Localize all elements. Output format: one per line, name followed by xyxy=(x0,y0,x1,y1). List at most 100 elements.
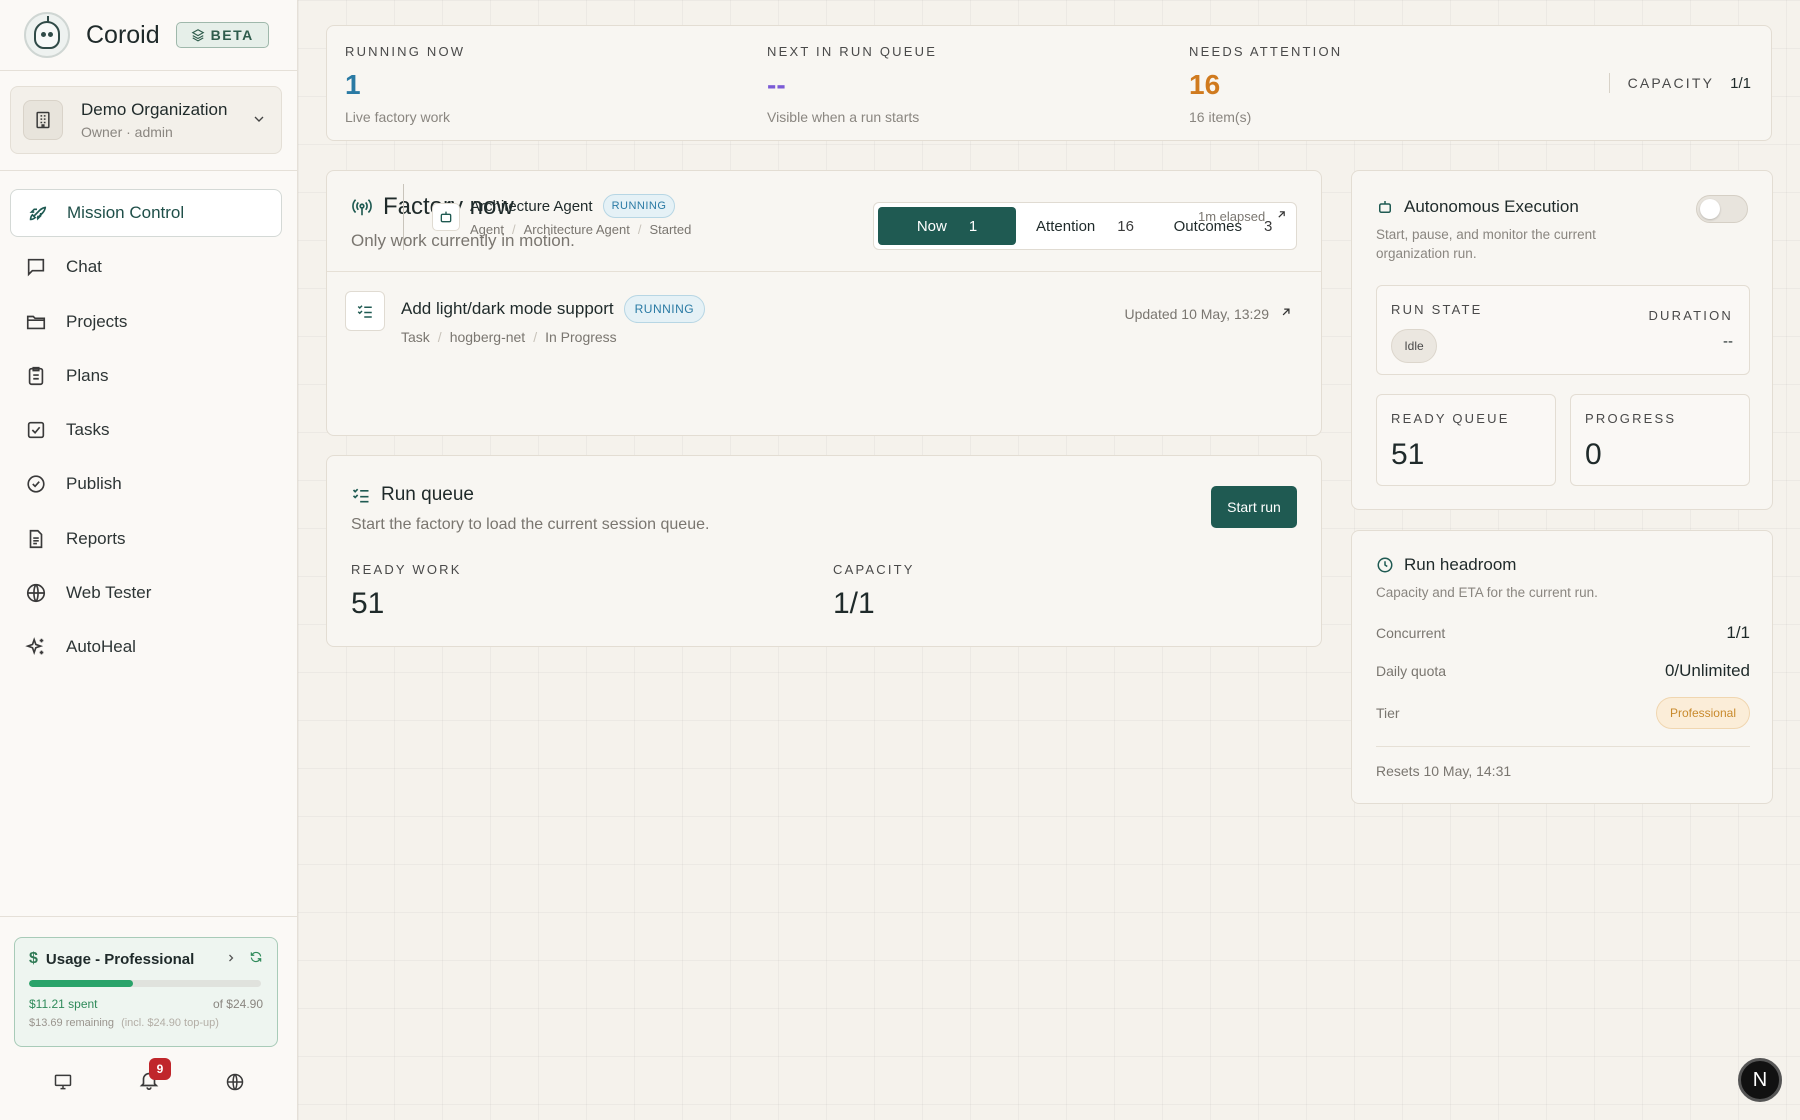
ready-queue-stat: READY QUEUE 51 xyxy=(1376,394,1556,486)
sidebar-item-mission-control[interactable]: Mission Control xyxy=(10,189,282,237)
stat-value: 1 xyxy=(345,69,361,100)
status-summary-bar: RUNNING NOW 1 Live factory work NEXT IN … xyxy=(326,25,1772,141)
sidebar-item-label: Mission Control xyxy=(67,203,185,222)
card-subtitle: Capacity and ETA for the current run. xyxy=(1376,585,1598,600)
list-check-icon xyxy=(351,485,371,505)
monitor-icon[interactable] xyxy=(51,1070,75,1094)
agent-state: Started xyxy=(649,222,692,237)
dev-tools-button[interactable]: N xyxy=(1738,1058,1782,1102)
stat-needs-attention[interactable]: NEEDS ATTENTION 16 16 item(s) xyxy=(1189,44,1342,125)
beta-label: BETA xyxy=(210,27,254,43)
usage-progress-bar xyxy=(29,980,261,987)
tab-now[interactable]: Now 1 xyxy=(878,207,1016,245)
chat-icon xyxy=(24,255,48,279)
arrow-up-right-icon[interactable] xyxy=(1279,305,1293,322)
task-list-icon xyxy=(345,291,385,331)
sidebar-item-web-tester[interactable]: Web Tester xyxy=(10,569,282,617)
tab-count: 1 xyxy=(968,217,978,235)
org-name: Demo Organization xyxy=(81,100,228,119)
stat-label: RUNNING NOW xyxy=(345,44,466,59)
sidebar-item-label: Reports xyxy=(66,528,126,548)
dollar-icon: $ xyxy=(29,950,38,967)
sidebar-item-label: Chat xyxy=(66,257,102,277)
divider xyxy=(0,916,298,917)
folder-icon xyxy=(24,310,48,334)
stat-capacity: CAPACITY 1/1 xyxy=(1608,73,1751,93)
agent-row[interactable]: Architecture Agent RUNNING xyxy=(470,194,676,218)
start-run-button[interactable]: Start run xyxy=(1211,486,1297,528)
brand[interactable]: Coroid BETA xyxy=(24,10,269,60)
stat-value: 51 xyxy=(351,587,385,620)
sidebar-item-autoheal[interactable]: AutoHeal xyxy=(10,623,282,671)
stat-value: 0 xyxy=(1585,438,1602,471)
task-state: In Progress xyxy=(545,329,617,345)
progress-stat: PROGRESS 0 xyxy=(1570,394,1750,486)
card-title: Autonomous Execution xyxy=(1404,197,1579,216)
run-state-badge: Idle xyxy=(1391,329,1437,363)
clock-icon xyxy=(1376,556,1394,574)
sidebar-item-plans[interactable]: Plans xyxy=(10,352,282,400)
sidebar-item-publish[interactable]: Publish xyxy=(10,460,282,508)
sidebar-item-label: Web Tester xyxy=(66,583,152,603)
tier-row: Tier Professional xyxy=(1376,697,1750,729)
sidebar-nav: Mission Control Chat Projects Plans Task… xyxy=(10,189,282,678)
badge-check-icon xyxy=(24,472,48,496)
sidebar: Coroid BETA Demo Organization Owner · ad… xyxy=(0,0,298,1120)
duration-value: -- xyxy=(1723,333,1733,350)
beta-badge: BETA xyxy=(175,22,269,48)
sidebar-item-reports[interactable]: Reports xyxy=(10,515,282,563)
tab-label: Now xyxy=(916,217,947,235)
org-role: Owner · admin xyxy=(81,124,173,140)
arrow-up-right-icon[interactable] xyxy=(1275,208,1288,224)
stat-value: 1/1 xyxy=(1730,74,1751,92)
org-switcher[interactable]: Demo Organization Owner · admin xyxy=(10,86,282,154)
clipboard-icon xyxy=(24,364,48,388)
autonomous-execution-card: Autonomous Execution Start, pause, and m… xyxy=(1351,170,1773,510)
robot-icon xyxy=(1376,198,1394,216)
refresh-icon[interactable] xyxy=(249,950,263,968)
stat-value: 51 xyxy=(1391,438,1425,471)
stat-sub: Visible when a run starts xyxy=(767,109,920,125)
sidebar-item-tasks[interactable]: Tasks xyxy=(10,406,282,454)
autonomous-execution-toggle[interactable] xyxy=(1696,195,1748,223)
notification-count-badge: 9 xyxy=(149,1058,171,1080)
daily-quota-row: Daily quota 0/Unlimited xyxy=(1376,661,1750,681)
notifications-button[interactable]: 9 xyxy=(137,1058,171,1094)
stat-label: CAPACITY xyxy=(833,562,915,577)
sidebar-item-label: Projects xyxy=(66,311,128,331)
task-type: Task xyxy=(401,329,430,345)
row-label: Tier xyxy=(1376,705,1400,721)
tab-count: 16 xyxy=(1117,217,1134,235)
sidebar-item-projects[interactable]: Projects xyxy=(10,298,282,346)
stat-value: 1/1 xyxy=(833,587,875,620)
layers-icon xyxy=(191,29,205,42)
stat-label: RUN STATE xyxy=(1391,302,1483,317)
stat-label: NEEDS ATTENTION xyxy=(1189,44,1343,59)
divider xyxy=(1376,746,1750,747)
row-label: Daily quota xyxy=(1376,663,1447,679)
sidebar-item-label: Publish xyxy=(66,474,122,494)
row-label: Concurrent xyxy=(1376,625,1446,641)
usage-spent: $11.21 spent xyxy=(29,997,98,1011)
tab-attention[interactable]: Attention 16 xyxy=(1016,207,1154,245)
agent-elapsed: 1m elapsed xyxy=(1198,208,1266,224)
sidebar-item-label: Tasks xyxy=(66,420,110,440)
broadcast-icon xyxy=(351,196,373,218)
globe-icon xyxy=(24,581,48,605)
sidebar-item-label: AutoHeal xyxy=(66,637,136,657)
status-badge: RUNNING xyxy=(602,194,676,218)
card-title: Run queue xyxy=(381,484,474,505)
usage-progress-fill xyxy=(29,980,134,987)
usage-card[interactable]: $ Usage - Professional $11.21 spent of $… xyxy=(14,937,278,1047)
divider xyxy=(0,70,298,71)
chevron-right-icon xyxy=(225,951,237,968)
row-value: 0/Unlimited xyxy=(1664,661,1750,680)
globe-icon[interactable] xyxy=(223,1070,247,1094)
sidebar-item-chat[interactable]: Chat xyxy=(10,243,282,291)
task-project: hogberg-net xyxy=(449,329,526,345)
usage-limit: of $24.90 xyxy=(212,997,263,1011)
rocket-icon xyxy=(25,201,49,225)
tier-badge: Professional xyxy=(1655,697,1750,729)
main-content: RUNNING NOW 1 Live factory work NEXT IN … xyxy=(298,0,1800,1120)
divider xyxy=(327,271,1321,272)
